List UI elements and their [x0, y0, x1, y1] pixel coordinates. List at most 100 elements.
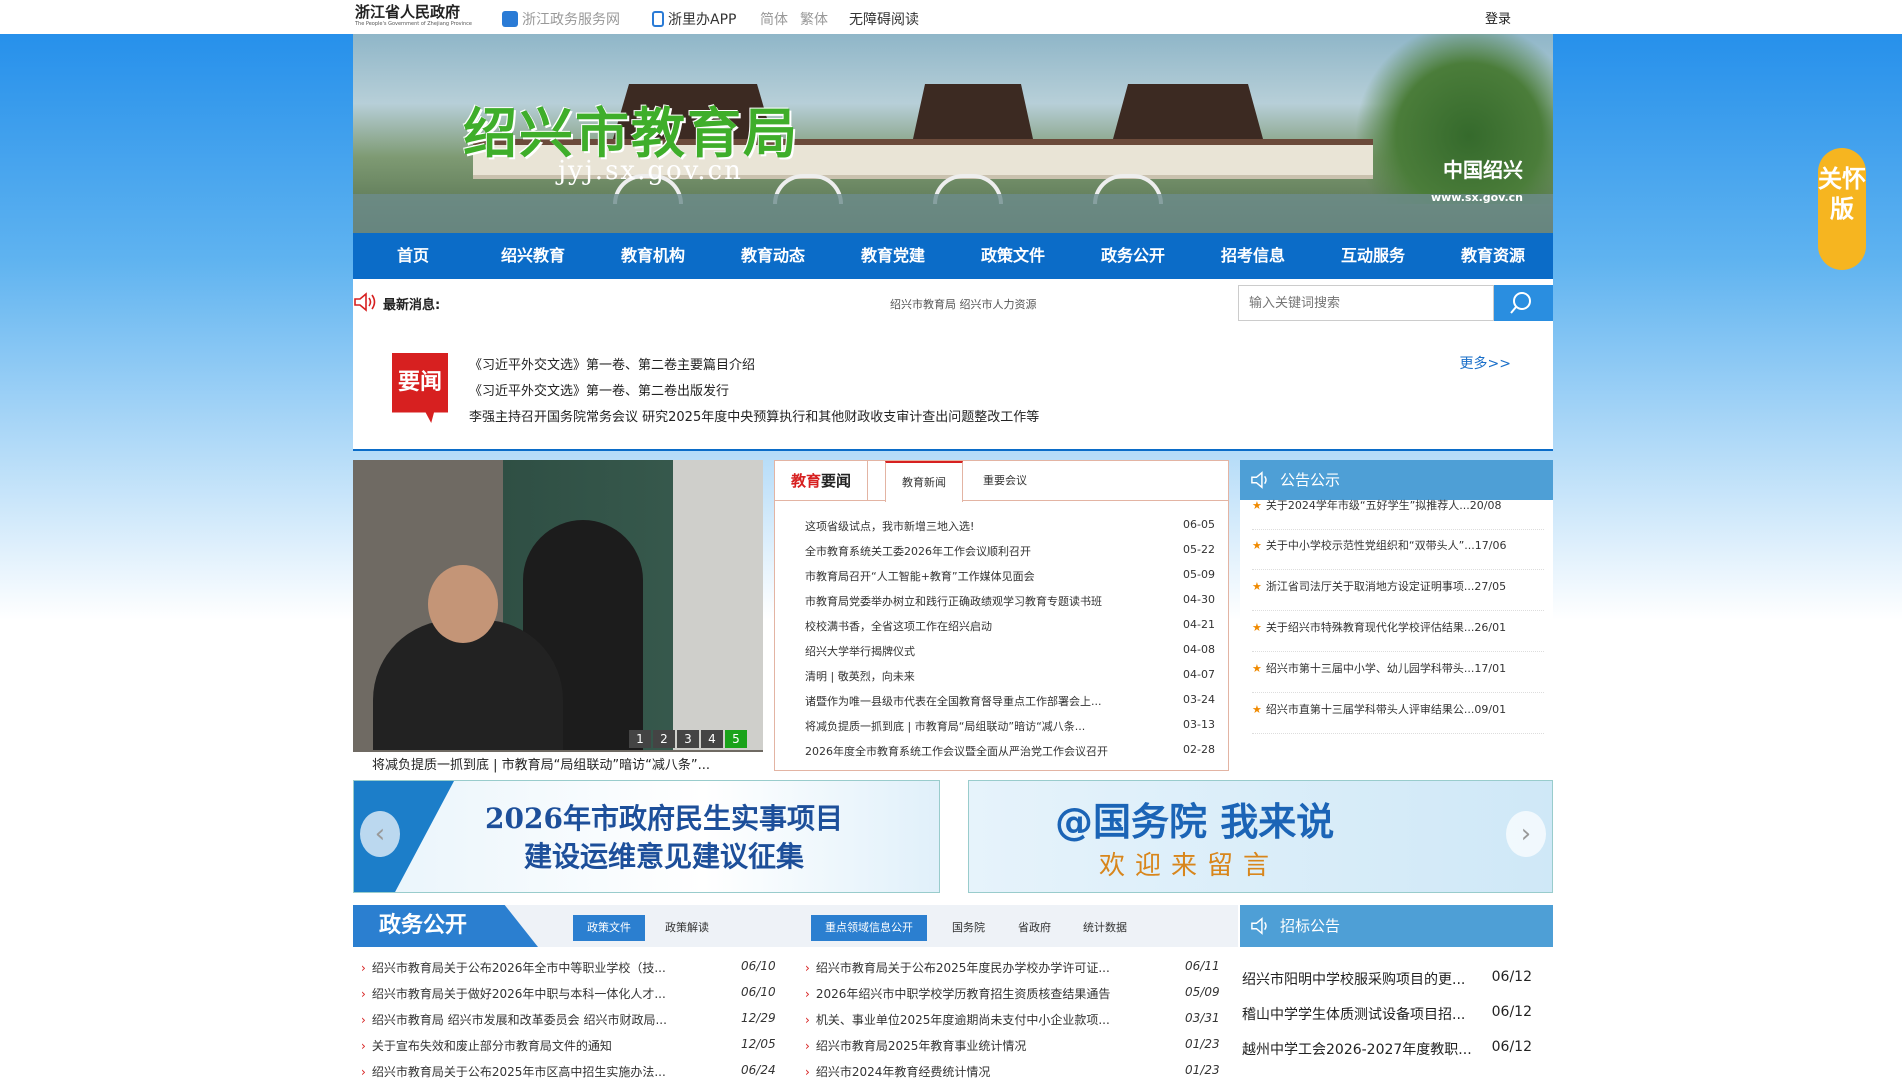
list-item[interactable]: › 绍兴市教育局关于公布2025年市区高中招生实施办法... 06/24 [361, 1063, 776, 1080]
tab-provincial-gov[interactable]: 省政府 [1004, 915, 1065, 941]
item-date: 20/08 [1469, 499, 1502, 512]
nav-interaction[interactable]: 互动服务 [1313, 233, 1433, 279]
nav-shaoxing-education[interactable]: 绍兴教育 [473, 233, 593, 279]
carousel-page-3[interactable]: 3 [677, 730, 699, 748]
list-item[interactable]: ★ 关于绍兴市特殊教育现代化学校评估结果...26/01 [1252, 619, 1544, 652]
zwfw-link[interactable]: 浙江政务服务网 [502, 9, 620, 29]
tab-important-meetings[interactable]: 重要会议 [967, 461, 1043, 501]
item-date: 03/31 [1185, 1011, 1220, 1025]
bidding-panel: 招标公告 绍兴市阳明中学校服采购项目的更... 06/12 稽山中学学生体质测试设… [1240, 905, 1553, 1080]
more-link[interactable]: 更多>> [1460, 353, 1511, 373]
list-item[interactable]: › 绍兴市教育局 绍兴市发展和改革委员会 绍兴市财政局... 12/29 [361, 1011, 776, 1028]
headline-item[interactable]: 《习近平外交文选》第一卷、第二卷主要篇目介绍 [469, 354, 755, 373]
banner-water [353, 194, 1553, 233]
list-item[interactable]: › 2026年绍兴市中职学校学历教育招生资质核查结果通告 05/09 [805, 985, 1220, 1002]
tab-main-red: 教育 [791, 472, 822, 490]
item-title: 稽山中学学生体质测试设备项目招... [1242, 1007, 1466, 1023]
tab-policy-interpretation[interactable]: 政策解读 [651, 915, 723, 941]
city-url: www.sx.gov.cn [1430, 191, 1523, 204]
list-item[interactable]: ★ 关于2024学年市级“五好学生”拟推荐人...20/08 [1252, 497, 1544, 530]
nav-home[interactable]: 首页 [353, 233, 473, 279]
carousel-pager: 1 2 3 4 5 [629, 730, 747, 748]
list-item[interactable]: ★ 绍兴市直第十三届学科带头人评审结果公...09/01 [1252, 701, 1544, 734]
login-link[interactable]: 登录 [1485, 8, 1511, 27]
prev-arrow-icon[interactable]: ‹ [360, 811, 400, 857]
item-title: 绍兴市直第十三届学科带头人评审结果公... [1265, 703, 1475, 716]
list-item[interactable]: › 机关、事业单位2025年度逾期尚未支付中小企业款项... 03/31 [805, 1011, 1220, 1028]
speaker-icon [1251, 471, 1267, 489]
item-title: 绍兴市教育局关于公布2026年全市中等职业学校（技... [371, 961, 666, 975]
carousel-page-4[interactable]: 4 [701, 730, 723, 748]
state-council-banner[interactable]: @国务院 我来说 欢迎来留言 › [968, 780, 1553, 893]
zwfw-icon [502, 11, 518, 27]
nav-policy-files[interactable]: 政策文件 [953, 233, 1073, 279]
list-item[interactable]: ★ 绍兴市第十三届中小学、幼儿园学科带头...17/01 [1252, 660, 1544, 693]
accessibility-link[interactable]: 无障碍阅读 [849, 9, 919, 29]
carousel-page-2[interactable]: 2 [653, 730, 675, 748]
photo-carousel[interactable]: 1 2 3 4 5 [353, 460, 763, 752]
list-item[interactable]: ★ 浙江省司法厅关于取消地方设定证明事项...27/05 [1252, 578, 1544, 611]
nav-party-building[interactable]: 教育党建 [833, 233, 953, 279]
nav-education-news[interactable]: 教育动态 [713, 233, 833, 279]
china-shaoxing-logo[interactable]: 中国绍兴 www.sx.gov.cn [1431, 154, 1523, 204]
traditional-link[interactable]: 繁体 [800, 9, 828, 29]
promo2-line2: 欢迎来留言 [1099, 851, 1280, 881]
tab-education-headlines[interactable]: 教育要闻 [775, 461, 869, 501]
list-item[interactable]: › 绍兴市2024年教育经费统计情况 01/23 [805, 1063, 1220, 1080]
carousel-page-5[interactable]: 5 [725, 730, 747, 748]
list-item[interactable]: ★ 关于中小学校示范性党组织和“双带头人”...17/06 [1252, 537, 1544, 570]
nav-institutions[interactable]: 教育机构 [593, 233, 713, 279]
carousel-page-1[interactable]: 1 [629, 730, 651, 748]
gov-affairs-header: 政务公开 政策文件 政策解读 重点领域信息公开 国务院 省政府 统计数据 [353, 905, 1238, 947]
item-date: 09/01 [1474, 703, 1507, 716]
headline-item[interactable]: 《习近平外交文选》第一卷、第二卷出版发行 [469, 380, 729, 399]
item-date: 06/10 [741, 959, 776, 973]
list-item[interactable]: › 绍兴市教育局2025年教育事业统计情况 01/23 [805, 1037, 1220, 1054]
star-icon: ★ [1252, 621, 1262, 634]
logo-cn-text: 浙江省人民政府 [355, 3, 461, 21]
banner-pavilion-roof [1113, 84, 1263, 139]
star-icon: ★ [1252, 703, 1262, 716]
headline-item[interactable]: 李强主持召开国务院常务会议 研究2025年度中央预算执行和其他财政收支审计查出问… [469, 406, 1039, 425]
list-item[interactable]: › 绍兴市教育局关于做好2026年中职与本科一体化人才... 06/10 [361, 985, 776, 1002]
list-item[interactable]: › 绍兴市教育局关于公布2025年度民办学校办学许可证... 06/11 [805, 959, 1220, 976]
care-mode-button[interactable]: 关怀版 [1818, 148, 1866, 270]
star-icon: ★ [1252, 580, 1262, 593]
news-ticker[interactable]: 绍兴市教育局 绍兴市人力资源 [890, 296, 1037, 312]
search-input[interactable] [1238, 285, 1494, 321]
item-title: 越州中学工会2026-2027年度教职... [1242, 1042, 1472, 1058]
item-date: 06-05 [1183, 518, 1215, 531]
zhejiang-gov-logo[interactable]: 浙江省人民政府 The People's Government of Zheji… [355, 3, 475, 31]
item-title: 浙江省司法厅关于取消地方设定证明事项... [1265, 580, 1475, 593]
notice-title[interactable]: 公告公示 [1280, 471, 1340, 489]
tab-education-news[interactable]: 教育新闻 [885, 461, 963, 502]
item-title: 绍兴市教育局关于做好2026年中职与本科一体化人才... [371, 987, 666, 1001]
gov-affairs-title[interactable]: 政务公开 [353, 905, 538, 947]
search-button[interactable] [1494, 285, 1553, 321]
tab-statistics[interactable]: 统计数据 [1069, 915, 1141, 941]
bullet-icon: › [361, 1013, 366, 1027]
tab-policy-files[interactable]: 政策文件 [573, 915, 645, 941]
list-item[interactable]: 稽山中学学生体质测试设备项目招... 06/12 [1242, 1004, 1542, 1024]
zlb-app-link[interactable]: 浙里办APP [652, 9, 736, 29]
next-arrow-icon[interactable]: › [1506, 811, 1546, 857]
simplified-link[interactable]: 简体 [760, 9, 788, 29]
item-title: 诸暨作为唯一县级市代表在全国教育督导重点工作部署会上... [805, 695, 1102, 708]
nav-gov-affairs[interactable]: 政务公开 [1073, 233, 1193, 279]
list-item[interactable]: › 关于宣布失效和废止部分市教育局文件的通知 12/05 [361, 1037, 776, 1054]
photo-caption[interactable]: 将减负提质一抓到底 | 市教育局“局组联动”暗访“减八条”... [372, 754, 752, 773]
item-date: 03-13 [1183, 718, 1215, 731]
bidding-title[interactable]: 招标公告 [1280, 917, 1340, 935]
list-item[interactable]: 绍兴市阳明中学校服采购项目的更... 06/12 [1242, 969, 1542, 989]
nav-admissions[interactable]: 招考信息 [1193, 233, 1313, 279]
item-date: 06/12 [1491, 969, 1532, 985]
star-icon: ★ [1252, 662, 1262, 675]
tab-state-council[interactable]: 国务院 [938, 915, 999, 941]
item-title: 绍兴市教育局关于公布2025年市区高中招生实施办法... [371, 1065, 666, 1079]
livelihood-project-banner[interactable]: ‹ 2026年市政府民生实事项目 建设运维意见建议征集 [353, 780, 940, 893]
city-name: 中国绍兴 [1443, 158, 1523, 182]
list-item[interactable]: › 绍兴市教育局关于公布2026年全市中等职业学校（技... 06/10 [361, 959, 776, 976]
tab-key-areas[interactable]: 重点领域信息公开 [811, 915, 927, 941]
nav-resources[interactable]: 教育资源 [1433, 233, 1553, 279]
list-item[interactable]: 越州中学工会2026-2027年度教职... 06/12 [1242, 1039, 1542, 1059]
